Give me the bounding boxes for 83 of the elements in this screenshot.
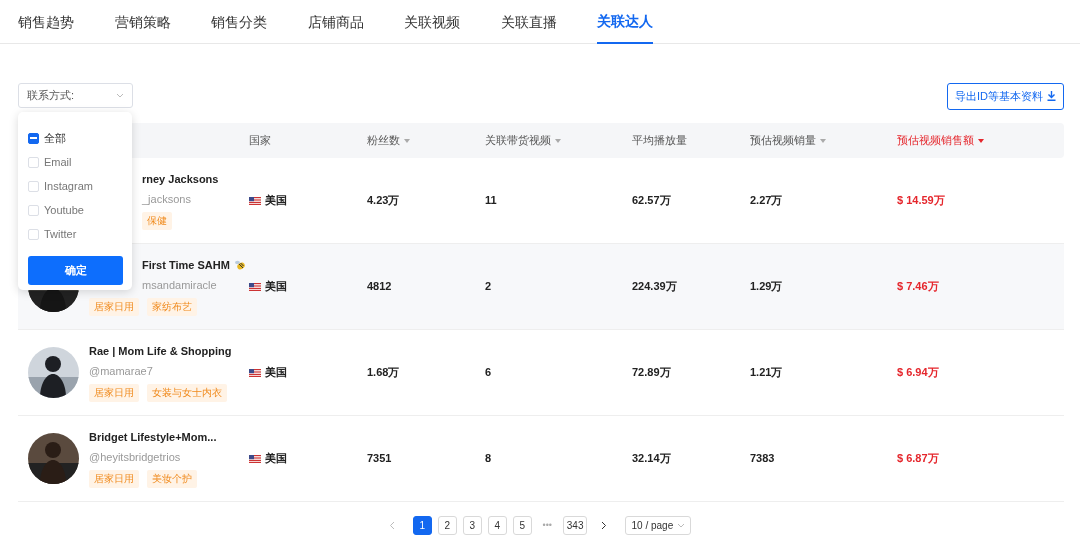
checkbox-label: Twitter [44, 226, 77, 242]
download-icon [1047, 91, 1056, 102]
export-button[interactable]: 导出ID等基本资料 [947, 83, 1064, 110]
flag-icon [249, 454, 261, 463]
contact-method-select[interactable]: 联系方式: [18, 83, 133, 108]
tab[interactable]: 营销策略 [114, 0, 171, 44]
table-cell: 2 [485, 280, 492, 293]
flag-icon [249, 196, 261, 205]
table-cell: 4812 [367, 280, 392, 293]
tab[interactable]: 销售趋势 [18, 0, 74, 44]
creator-name[interactable]: Bridget Lifestyle+Mom... [89, 428, 217, 446]
chevron-down-icon [677, 523, 686, 528]
table-cell: $ 6.94万 [897, 366, 939, 379]
page-button[interactable]: 2 [437, 516, 457, 535]
table-cell-text: 美国 [265, 279, 287, 295]
tab[interactable]: 关联直播 [500, 0, 557, 44]
creator-handle: @heyitsbridgetrios [89, 451, 181, 464]
sort-caret-icon[interactable] [404, 138, 410, 143]
table-cell: 1.68万 [367, 366, 400, 379]
flag-icon [249, 282, 261, 291]
sort-caret-icon[interactable] [555, 138, 561, 143]
checkbox-label: 全部 [44, 130, 66, 146]
category-tag: 居家日用 [89, 469, 139, 489]
creator-handle: _jacksons [142, 193, 191, 206]
page-button[interactable]: 4 [487, 516, 507, 535]
table-cell: $ 7.46万 [897, 280, 939, 293]
table-cell: 1.29万 [750, 280, 783, 293]
tab[interactable]: 关联视频 [404, 0, 460, 44]
previous-page-icon[interactable] [388, 521, 395, 530]
ellipsis: ••• [541, 518, 553, 532]
table-cell-text: 美国 [265, 193, 287, 209]
table-cell: $ 14.59万 [897, 194, 945, 207]
category-tag: 美妆个护 [147, 469, 197, 489]
page-size-select[interactable]: 10 / page [625, 516, 692, 535]
table-cell: 32.14万 [632, 452, 671, 465]
flag-icon [249, 368, 261, 377]
page-button[interactable]: 1 [412, 516, 432, 535]
column-header[interactable]: 预估视频销量 [750, 132, 816, 149]
page-button[interactable]: 343 [562, 516, 588, 535]
tab[interactable]: 关联达人 [597, 0, 653, 44]
checkbox-label: Youtube [44, 202, 84, 218]
chevron-down-icon [116, 93, 124, 98]
column-header[interactable]: 预估视频销售额 [897, 132, 974, 149]
table-cell: 8 [485, 452, 492, 465]
table-cell: 224.39万 [632, 280, 677, 293]
category-tag: 居家日用 [89, 297, 139, 317]
checkbox-label: Email [44, 154, 72, 170]
table-cell: 4.23万 [367, 194, 400, 207]
checkbox-label: Instagram [44, 178, 93, 194]
table-cell: $ 6.87万 [897, 452, 939, 465]
column-header[interactable]: 粉丝数 [367, 132, 400, 149]
category-tag: 保健 [142, 211, 172, 231]
tab[interactable]: 店铺商品 [307, 0, 364, 44]
checkbox[interactable] [28, 132, 39, 144]
table-cell: 7383 [750, 452, 775, 465]
table-cell-text: 美国 [265, 451, 287, 467]
table-cell: 11 [485, 194, 497, 207]
creator-name[interactable]: Rae | Mom Life & Shopping [89, 342, 232, 360]
table-cell: 6 [485, 366, 492, 379]
confirm-button[interactable]: 确定 [28, 256, 123, 285]
sort-caret-icon[interactable] [978, 138, 984, 143]
column-header: 平均播放量 [632, 133, 687, 149]
creator-name[interactable]: rney Jacksons [142, 170, 219, 188]
table-cell: 7351 [367, 452, 392, 465]
creator-name[interactable]: First Time SAHM [142, 256, 230, 274]
column-header: 国家 [249, 133, 271, 149]
table-cell: 2.27万 [750, 194, 783, 207]
sort-caret-icon[interactable] [820, 138, 826, 143]
page-button[interactable]: 3 [462, 516, 482, 535]
category-tag: 女装与女士内衣 [147, 383, 227, 403]
category-tag: 居家日用 [89, 383, 139, 403]
table-cell: 72.89万 [632, 366, 671, 379]
minus-icon [30, 137, 37, 139]
category-tag: 家纺布艺 [147, 297, 197, 317]
creator-handle: msandamiracle [142, 279, 217, 292]
next-page-icon[interactable] [601, 521, 608, 530]
page-button[interactable]: 5 [512, 516, 532, 535]
table-cell-text: 美国 [265, 365, 287, 381]
column-header[interactable]: 关联带货视频 [485, 132, 551, 149]
tab[interactable]: 销售分类 [211, 0, 267, 44]
creator-handle: @mamarae7 [89, 365, 153, 378]
table-cell: 1.21万 [750, 366, 783, 379]
table-cell: 62.57万 [632, 194, 671, 207]
